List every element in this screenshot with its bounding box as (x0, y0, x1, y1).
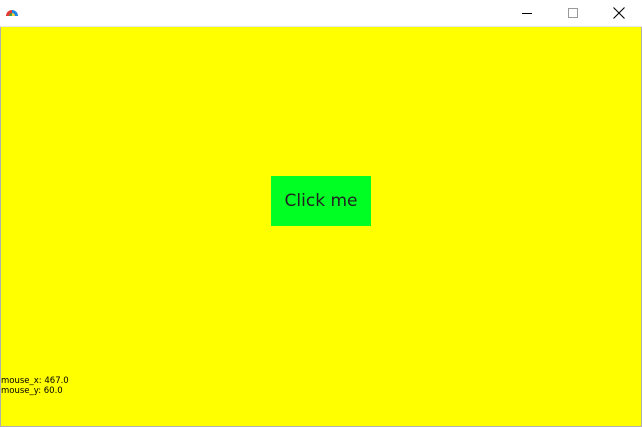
title-bar[interactable] (0, 0, 642, 27)
maximize-icon (568, 8, 578, 18)
app-window: Click me mouse_x: 467.0 mouse_y: 60.0 (0, 0, 642, 427)
close-button[interactable] (596, 0, 642, 26)
mouse-coordinates-readout: mouse_x: 467.0 mouse_y: 60.0 (1, 376, 69, 396)
maximize-button[interactable] (550, 0, 596, 26)
minimize-icon (522, 8, 532, 18)
mouse-x-readout: mouse_x: 467.0 (1, 376, 69, 386)
window-frame-left (0, 27, 1, 427)
minimize-button[interactable] (504, 0, 550, 26)
mouse-y-readout: mouse_y: 60.0 (1, 386, 63, 396)
close-icon (613, 7, 625, 19)
app-color-wheel-icon (4, 5, 20, 21)
click-me-button[interactable]: Click me (271, 176, 371, 226)
canvas-area[interactable]: Click me mouse_x: 467.0 mouse_y: 60.0 (1, 27, 641, 426)
